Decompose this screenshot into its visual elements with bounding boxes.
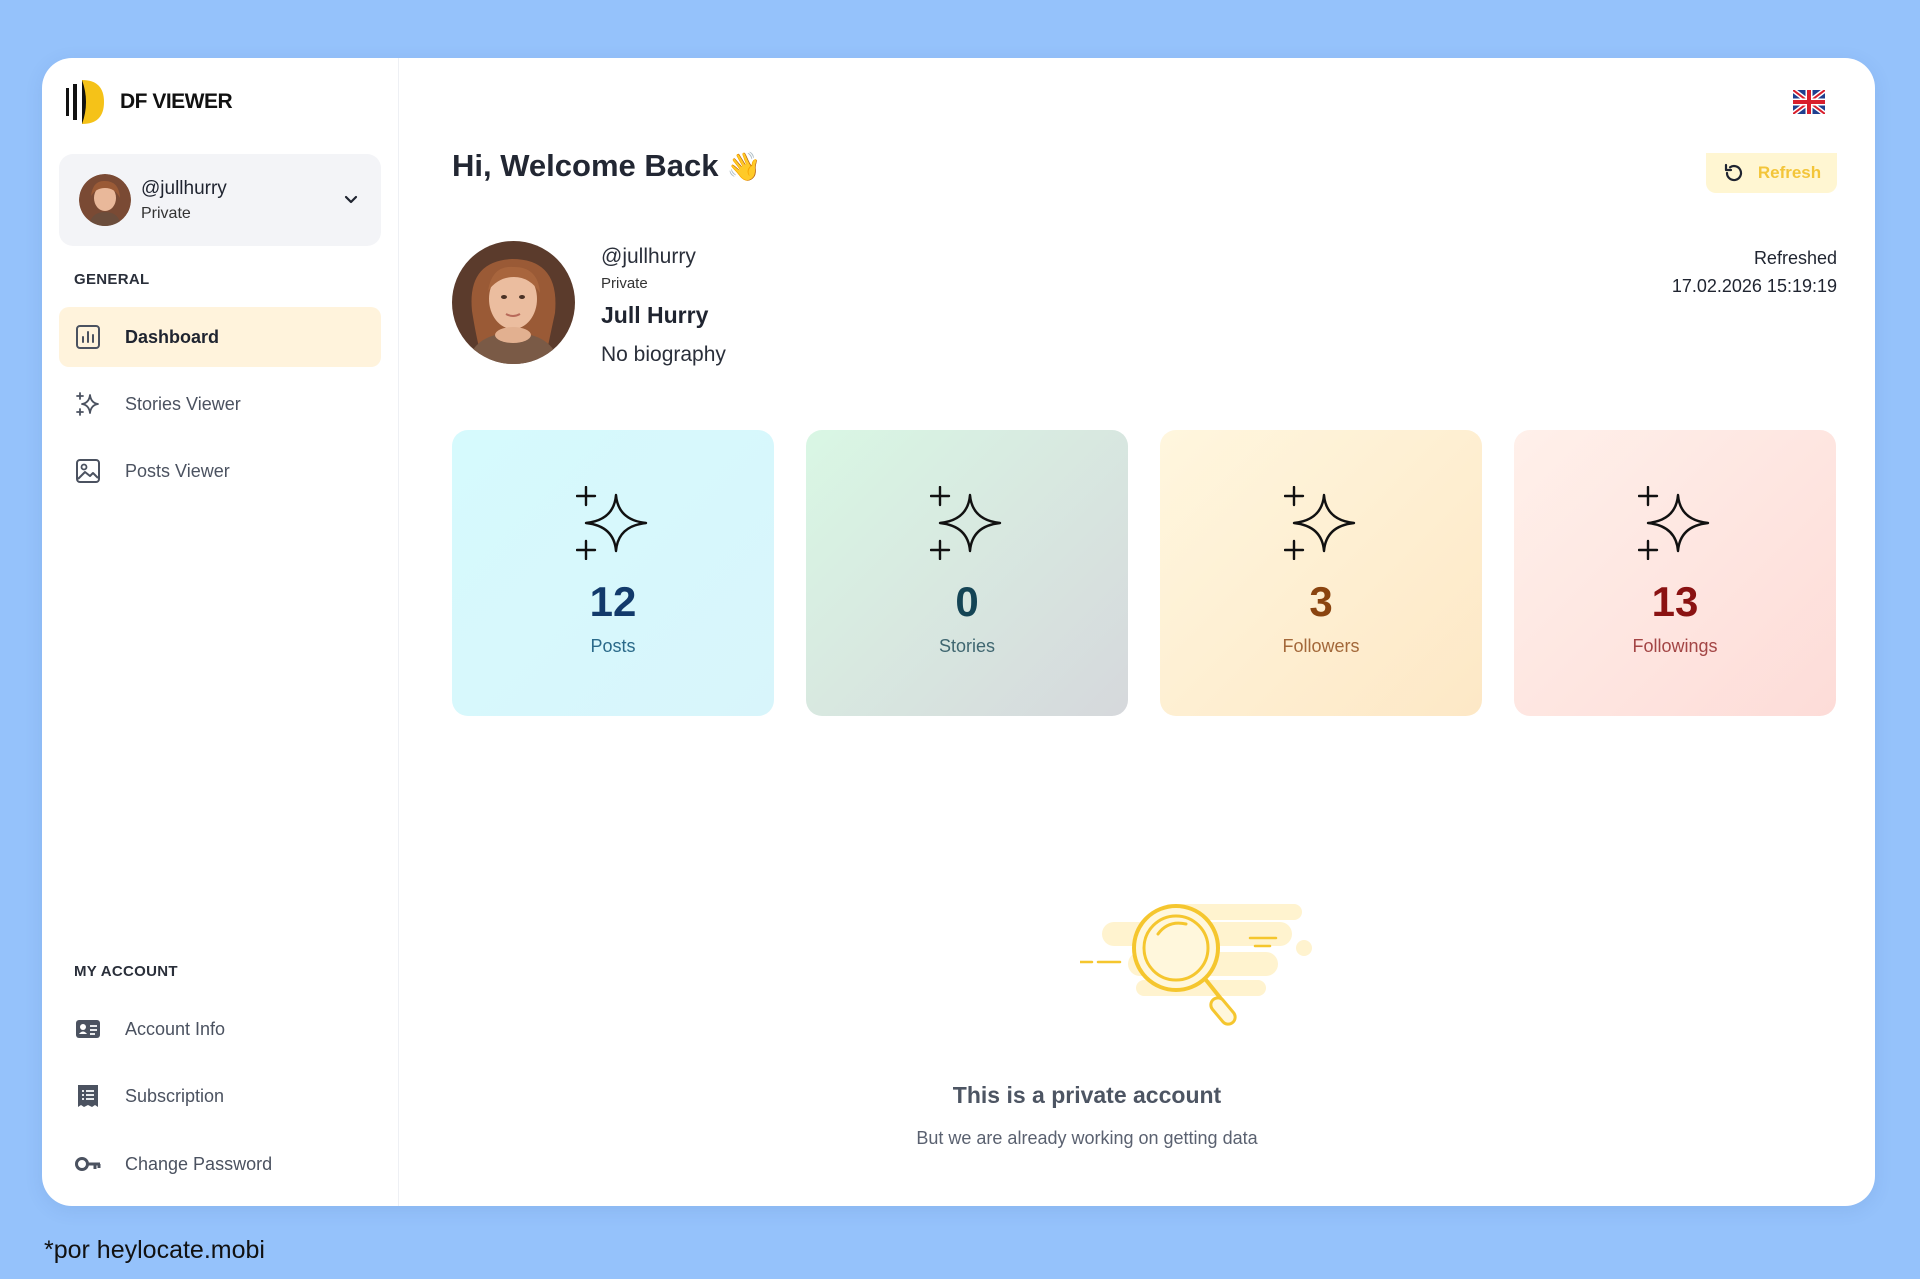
- profile-username: @jullhurry: [601, 245, 696, 268]
- account-username: @jullhurry: [141, 177, 227, 199]
- sidebar-item-label: Change Password: [125, 1153, 273, 1174]
- account-switcher[interactable]: @jullhurry Private: [59, 154, 381, 246]
- refreshed-label: Refreshed: [1753, 248, 1837, 268]
- refresh-button[interactable]: Refresh: [1706, 153, 1837, 193]
- sparkle-icon: [1638, 486, 1710, 560]
- refreshed-info: Refreshed 17.02.2026 15:19:19: [1672, 244, 1837, 300]
- avatar: [79, 174, 131, 226]
- stat-card-followings[interactable]: 13 Followings: [1514, 430, 1836, 716]
- sidebar-item-label: Posts Viewer: [125, 460, 230, 481]
- id-card-icon: [76, 1020, 100, 1038]
- stat-card-posts[interactable]: 12 Posts: [452, 430, 774, 716]
- profile-avatar: [452, 241, 575, 364]
- sidebar-item-posts-viewer[interactable]: Posts Viewer: [59, 441, 381, 501]
- stat-card-stories[interactable]: 0 Stories: [806, 430, 1128, 716]
- empty-state-title: This is a private account: [952, 1082, 1222, 1108]
- stat-label: Followings: [1632, 636, 1718, 656]
- sidebar-item-label: Dashboard: [125, 326, 220, 347]
- logo-icon: [66, 80, 104, 124]
- sidebar-item-label: Account Info: [125, 1018, 226, 1039]
- profile-status: Private: [601, 275, 648, 292]
- section-my-account-label: MY ACCOUNT: [74, 963, 178, 980]
- app-window: DF VIEWER @jullhurry Private GENERAL Das…: [42, 58, 1875, 1206]
- sparkle-icon: [930, 486, 1002, 560]
- sidebar-item-stories-viewer[interactable]: Stories Viewer: [59, 374, 381, 434]
- sidebar-item-subscription[interactable]: Subscription: [59, 1066, 381, 1126]
- sparkle-icon: [1284, 486, 1356, 560]
- chart-icon: [76, 325, 100, 349]
- source-footnote: *por heylocate.mobi: [44, 1236, 265, 1264]
- section-general-label: GENERAL: [74, 271, 150, 288]
- sparkle-icon: [576, 486, 648, 560]
- refresh-icon: [1724, 163, 1742, 182]
- stat-label: Stories: [938, 636, 996, 656]
- stat-label: Posts: [590, 636, 636, 656]
- page-title: Hi, Welcome Back 👋: [452, 148, 761, 184]
- stat-value: 0: [955, 578, 979, 625]
- stat-card-followers[interactable]: 3 Followers: [1160, 430, 1482, 716]
- stat-value: 3: [1309, 578, 1333, 625]
- sidebar-item-dashboard[interactable]: Dashboard: [59, 307, 381, 367]
- sidebar-item-change-password[interactable]: Change Password: [59, 1134, 381, 1194]
- receipt-icon: [78, 1085, 98, 1107]
- refreshed-timestamp: 17.02.2026 15:19:19: [1671, 276, 1837, 296]
- image-icon: [76, 459, 100, 483]
- account-status: Private: [141, 204, 191, 222]
- refresh-label: Refresh: [1757, 163, 1822, 182]
- profile-bio: No biography: [601, 343, 726, 366]
- stat-value: 13: [1651, 578, 1699, 625]
- sidebar-item-account-info[interactable]: Account Info: [59, 999, 381, 1059]
- sidebar-item-label: Stories Viewer: [125, 393, 241, 414]
- sparkle-icon: [76, 392, 99, 416]
- key-icon: [75, 1157, 101, 1171]
- app-logo[interactable]: DF VIEWER: [62, 76, 233, 128]
- stat-value: 12: [589, 578, 637, 625]
- sidebar: DF VIEWER @jullhurry Private GENERAL Das…: [42, 58, 399, 1206]
- stats-cards: 12 Posts 0 Stories 3 Followers 13 Follow…: [452, 430, 1836, 716]
- uk-flag-icon[interactable]: [1793, 90, 1825, 114]
- main-content: Hi, Welcome Back 👋 Refresh @jullhurry Pr…: [399, 58, 1875, 1206]
- wave-icon: 👋: [726, 150, 762, 182]
- sidebar-item-label: Subscription: [125, 1085, 225, 1106]
- magnifier-illustration-icon: [1080, 904, 1312, 1026]
- chevron-down-icon[interactable]: [341, 190, 361, 210]
- stat-label: Followers: [1282, 636, 1360, 656]
- empty-state-subtitle: But we are already working on getting da…: [916, 1128, 1258, 1148]
- greeting-text: Hi, Welcome Back: [452, 148, 719, 183]
- profile-full-name: Jull Hurry: [601, 302, 709, 328]
- logo-text: DF VIEWER: [120, 90, 233, 113]
- profile-summary: @jullhurry Private Jull Hurry No biograp…: [452, 241, 726, 367]
